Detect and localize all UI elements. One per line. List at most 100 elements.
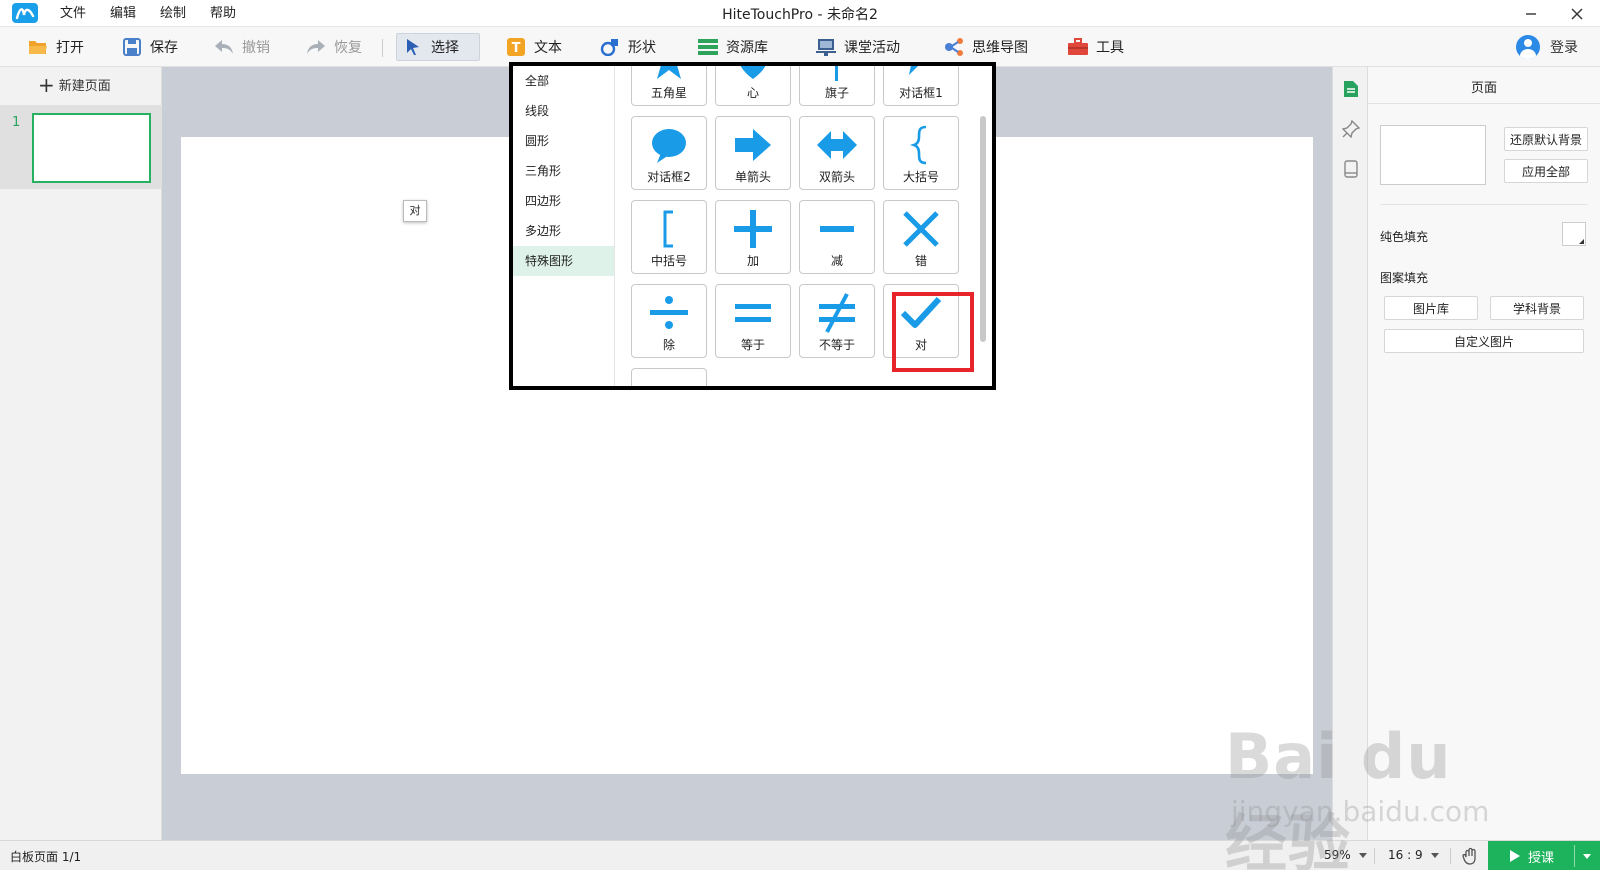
arrow-right-icon	[716, 123, 790, 167]
shape-option[interactable]: 中括号	[631, 200, 707, 274]
title-bar: 文件 编辑 绘制 帮助 HiteTouchPro - 未命名2	[0, 0, 1600, 27]
shape-option[interactable]: 对话框2	[631, 116, 707, 190]
shape-option-label: 心	[746, 86, 759, 100]
minimize-button[interactable]	[1508, 0, 1554, 27]
properties-title: 页面	[1470, 81, 1497, 96]
divider	[1380, 204, 1588, 205]
redo-icon	[306, 37, 326, 57]
chevron-down-icon	[1358, 852, 1367, 858]
shape-category-item[interactable]: 特殊图形	[513, 246, 614, 276]
select-tool-button[interactable]: 选择	[396, 33, 480, 61]
resources-button[interactable]: 资源库	[692, 33, 774, 61]
close-icon	[1571, 8, 1583, 19]
shape-option[interactable]: 双箭头	[799, 116, 875, 190]
new-page-button[interactable]: + 新建页面	[38, 75, 111, 95]
save-icon	[122, 37, 142, 57]
shape-option[interactable]: 对话框1	[883, 66, 959, 106]
gesture-button[interactable]	[1462, 847, 1480, 865]
pin-icon	[1342, 120, 1360, 138]
shape-option[interactable]: 心	[715, 66, 791, 106]
page-list-panel: + 新建页面 1	[0, 67, 162, 840]
shape-category-item[interactable]: 线段	[513, 96, 614, 126]
folder-icon	[28, 37, 48, 57]
undo-button[interactable]: 撤销	[208, 33, 276, 61]
shape-option-label: 减	[830, 254, 843, 268]
shape-option[interactable]: 减	[799, 200, 875, 274]
main-toolbar: 打开 保存 撤销 恢复 选择 T 文本 形状 资源库 课堂活动 思维导图 工具 …	[0, 27, 1600, 67]
book-tab[interactable]	[1341, 159, 1361, 179]
save-label: 保存	[150, 40, 178, 56]
start-teaching-button[interactable]: 授课	[1488, 841, 1600, 870]
shape-option[interactable]: 不等于	[799, 284, 875, 358]
select-label: 选择	[431, 40, 459, 56]
status-separator	[1450, 848, 1451, 864]
heart-icon	[716, 66, 790, 83]
undo-label: 撤销	[242, 40, 270, 56]
shape-option[interactable]: 等于	[715, 284, 791, 358]
image-gallery-button[interactable]: 图片库	[1384, 296, 1478, 320]
page-thumbnail-item[interactable]: 1	[0, 105, 162, 189]
menu-edit[interactable]: 编辑	[110, 4, 148, 23]
chevron-down-icon	[1430, 852, 1439, 858]
shape-category-item[interactable]: 三角形	[513, 156, 614, 186]
redo-label: 恢复	[334, 40, 362, 56]
text-tool-button[interactable]: T 文本	[500, 33, 568, 61]
mindmap-button[interactable]: 思维导图	[938, 33, 1034, 61]
shape-grid-scrollbar-track[interactable]	[980, 66, 990, 386]
classroom-activity-button[interactable]: 课堂活动	[810, 33, 906, 61]
user-avatar-icon	[1516, 35, 1540, 59]
shape-category-item[interactable]: 多边形	[513, 216, 614, 246]
book-icon	[1344, 160, 1358, 178]
shape-option[interactable]: 五角星	[631, 66, 707, 106]
close-button[interactable]	[1554, 0, 1600, 27]
teach-label: 授课	[1528, 850, 1555, 866]
shape-tool-button[interactable]: 形状	[594, 33, 662, 61]
right-tab-column	[1332, 67, 1368, 840]
aspect-ratio-value: 16 : 9	[1388, 848, 1423, 862]
redo-button[interactable]: 恢复	[300, 33, 368, 61]
shape-option-label: 五角星	[650, 86, 687, 100]
document-icon	[1344, 81, 1358, 97]
apply-all-button[interactable]: 应用全部	[1504, 159, 1588, 183]
shape-option[interactable]: 大括号	[883, 116, 959, 190]
save-button[interactable]: 保存	[116, 33, 184, 61]
shape-category-item[interactable]: 圆形	[513, 126, 614, 156]
shape-option[interactable]: 错	[883, 200, 959, 274]
chevron-down-icon[interactable]	[1583, 854, 1591, 859]
cursor-arrow-icon	[403, 37, 423, 57]
pin-tab[interactable]	[1341, 119, 1361, 139]
solid-fill-color-picker[interactable]	[1562, 222, 1586, 246]
shape-grid-scrollbar[interactable]	[980, 116, 986, 342]
shape-picker-popup: 全部 线段 圆形 三角形 四边形 多边形 特殊图形 五角星 心 旗子 对话框1 对话框2 单箭头 双箭头…	[509, 62, 996, 390]
speech-bubble-icon	[884, 66, 958, 83]
play-icon	[1510, 850, 1520, 862]
shape-tooltip: 对	[403, 200, 427, 222]
subject-background-button[interactable]: 学科背景	[1490, 296, 1584, 320]
shape-option[interactable]	[631, 368, 707, 386]
shape-option[interactable]: 单箭头	[715, 116, 791, 190]
shape-category-item[interactable]: 全部	[513, 66, 614, 96]
menu-help[interactable]: 帮助	[210, 4, 248, 23]
page-thumbnail[interactable]	[32, 113, 151, 183]
open-button[interactable]: 打开	[22, 33, 90, 61]
shape-option[interactable]: 除	[631, 284, 707, 358]
menu-file[interactable]: 文件	[60, 4, 98, 23]
shape-option-label: 中括号	[650, 254, 687, 268]
custom-image-button[interactable]: 自定义图片	[1384, 329, 1584, 353]
toolbar-separator	[382, 39, 383, 57]
page-status-text: 白板页面 1/1	[10, 850, 82, 864]
page-properties-tab[interactable]	[1341, 79, 1361, 99]
login-button[interactable]: 登录	[1516, 33, 1578, 61]
text-label: 文本	[534, 40, 562, 56]
shape-category-item[interactable]: 四边形	[513, 186, 614, 216]
zoom-dropdown[interactable]: 59%	[1324, 848, 1367, 862]
restore-default-background-button[interactable]: 还原默认背景	[1504, 127, 1588, 151]
bracket-icon	[632, 207, 706, 251]
tools-button[interactable]: 工具	[1062, 33, 1130, 61]
aspect-ratio-dropdown[interactable]: 16 : 9	[1388, 848, 1439, 862]
shape-option[interactable]: 加	[715, 200, 791, 274]
background-preview	[1380, 125, 1486, 185]
shape-option[interactable]: 旗子	[799, 66, 875, 106]
shape-option[interactable]: 对	[883, 284, 959, 358]
menu-draw[interactable]: 绘制	[160, 4, 198, 23]
